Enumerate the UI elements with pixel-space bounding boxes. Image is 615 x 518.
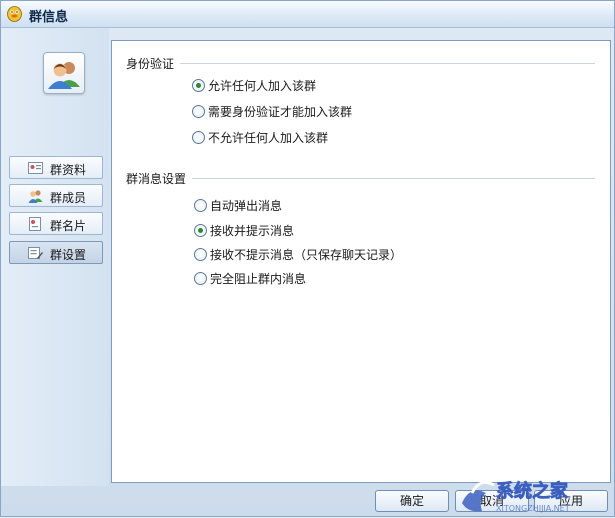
title-bar[interactable]: 群信息 — [1, 1, 614, 28]
apply-button[interactable]: 应用 — [534, 490, 608, 512]
radio-button[interactable] — [192, 79, 205, 92]
radio-label: 自动弹出消息 — [210, 199, 283, 213]
sidebar-item-label: 群设置 — [50, 248, 87, 262]
radio-button[interactable] — [194, 199, 207, 212]
identity-section-title: 身份验证 — [126, 57, 175, 71]
radio-label: 允许任何人加入该群 — [208, 79, 317, 93]
section-divider — [192, 178, 595, 179]
group-people-icon — [48, 62, 80, 89]
settings-icon — [28, 247, 43, 259]
settings-panel: 身份验证 允许任何人加入该群 需要身份验证才能加入该群 不允许任何人加入该群 群… — [111, 40, 611, 483]
radio-label: 需要身份验证才能加入该群 — [208, 105, 353, 119]
radio-label: 完全阻止群内消息 — [210, 272, 307, 286]
sidebar-item-label: 群成员 — [50, 191, 87, 205]
sidebar-item-group-card[interactable]: 群名片 — [9, 212, 103, 235]
penguin-icon — [7, 6, 22, 22]
sidebar-item-group-profile[interactable]: 群资料 — [9, 156, 103, 179]
profile-card-icon — [28, 162, 43, 174]
radio-button[interactable] — [194, 224, 207, 237]
members-icon — [28, 190, 43, 203]
section-divider — [180, 63, 595, 64]
sidebar-item-group-settings[interactable]: 群设置 — [9, 241, 103, 264]
name-card-icon — [29, 217, 41, 231]
group-avatar — [43, 52, 85, 94]
cancel-button[interactable]: 取消 — [455, 490, 529, 512]
sidebar-item-label: 群名片 — [50, 219, 87, 233]
sidebar: 群资料 群成员 群名片 群设置 — [1, 28, 109, 486]
dialog-window: 群信息 群资料 群成员 群名片 群设置 身份验证 允许任何人加入该群 需要身份验… — [0, 0, 615, 517]
radio-button[interactable] — [194, 272, 207, 285]
messages-section-title: 群消息设置 — [126, 172, 187, 186]
radio-button[interactable] — [192, 105, 205, 118]
ok-button[interactable]: 确定 — [375, 490, 449, 512]
window-title: 群信息 — [29, 10, 69, 25]
sidebar-item-group-members[interactable]: 群成员 — [9, 184, 103, 207]
radio-label: 不允许任何人加入该群 — [208, 131, 329, 145]
radio-button[interactable] — [194, 248, 207, 261]
radio-button[interactable] — [192, 131, 205, 144]
radio-label: 接收不提示消息（只保存聊天记录） — [210, 248, 403, 262]
radio-label: 接收并提示消息 — [210, 224, 295, 238]
sidebar-item-label: 群资料 — [50, 163, 87, 177]
